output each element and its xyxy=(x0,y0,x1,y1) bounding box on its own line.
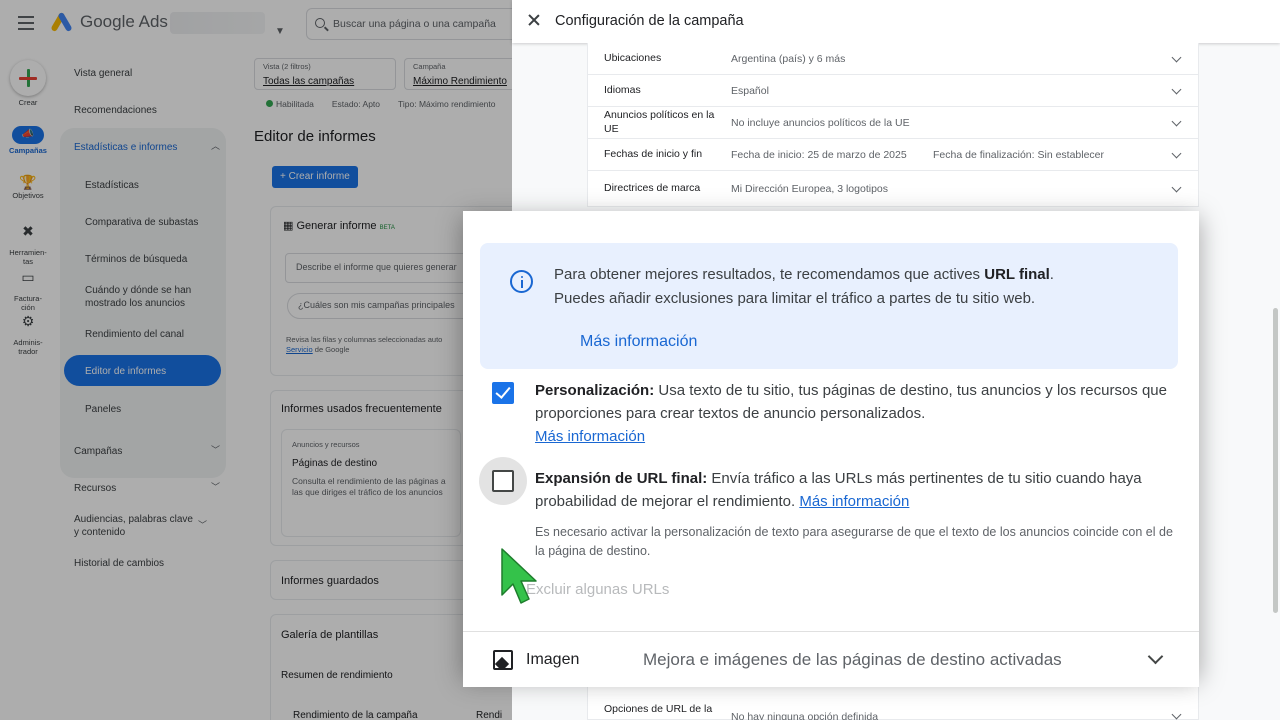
image-setting-value: Mejora e imágenes de las páginas de dest… xyxy=(643,650,1062,669)
setting-value: Argentina (país) y 6 más xyxy=(731,52,846,65)
personalization-learn-more-link[interactable]: Más información xyxy=(535,428,645,445)
recommendation-text-bold: URL final xyxy=(984,266,1050,283)
panel-title: Configuración de la campaña xyxy=(555,13,744,29)
setting-row-locations[interactable]: Ubicaciones Argentina (país) y 6 más xyxy=(587,43,1199,75)
setting-row-brand-guidelines[interactable]: Directrices de marca Mi Dirección Europe… xyxy=(587,171,1199,207)
chevron-down-icon xyxy=(1171,116,1182,127)
chevron-down-icon xyxy=(1171,52,1182,63)
zoomed-callout: Para obtener mejores resultados, te reco… xyxy=(463,211,1199,687)
setting-row-languages[interactable]: Idiomas Español xyxy=(587,75,1199,107)
setting-value-start: Fecha de inicio: 25 de marzo de 2025 xyxy=(731,148,907,161)
url-expansion-learn-more-link[interactable]: Más información xyxy=(799,493,909,510)
image-setting-label: Imagen xyxy=(526,651,580,668)
chevron-down-icon xyxy=(1171,148,1182,159)
url-expansion-checkbox[interactable] xyxy=(492,470,514,492)
mouse-cursor-icon xyxy=(501,548,537,604)
personalization-title: Personalización: xyxy=(535,382,655,399)
chevron-down-icon xyxy=(1147,648,1164,665)
setting-value: Mi Dirección Europea, 3 logotipos xyxy=(731,182,888,195)
personalization-checkbox[interactable] xyxy=(492,382,514,404)
close-icon[interactable] xyxy=(526,12,542,28)
setting-label: Opciones de URL de la xyxy=(604,703,713,715)
chevron-down-icon xyxy=(1171,84,1182,95)
recommendation-text-suffix: . xyxy=(1049,266,1054,283)
learn-more-link[interactable]: Más información xyxy=(580,333,697,351)
setting-value: No hay ninguna opción definida xyxy=(731,711,879,720)
recommendation-text-prefix: Para obtener mejores resultados, te reco… xyxy=(554,266,985,283)
recommendation-text: Para obtener mejores resultados, te reco… xyxy=(554,263,1154,311)
url-expansion-note: Es necesario activar la personalización … xyxy=(535,525,1173,558)
recommendation-banner: Para obtener mejores resultados, te reco… xyxy=(480,243,1178,369)
image-setting-row[interactable]: Imagen Mejora e imágenes de las páginas … xyxy=(463,631,1199,687)
setting-label: Directrices de marca xyxy=(604,181,701,194)
setting-label: Idiomas xyxy=(604,83,641,96)
url-expansion-title: Expansión de URL final: xyxy=(535,470,708,487)
url-expansion-option: Expansión de URL final: Envía tráfico a … xyxy=(535,467,1175,513)
final-url-settings: Para obtener mejores resultados, te reco… xyxy=(463,211,1199,621)
exclude-urls-option[interactable]: Excluir algunas URLs xyxy=(526,581,669,598)
setting-value: Español xyxy=(731,84,769,97)
recommendation-text-line2: Puedes añadir exclusiones para limitar e… xyxy=(554,290,1036,307)
personalization-option: Personalización: Usa texto de tu sitio, … xyxy=(535,379,1175,448)
chevron-down-icon xyxy=(1171,709,1182,720)
panel-header: Configuración de la campaña xyxy=(512,0,1280,43)
setting-row-dates[interactable]: Fechas de inicio y fin Fecha de inicio: … xyxy=(587,139,1199,171)
chevron-down-icon xyxy=(1171,182,1182,193)
info-icon xyxy=(510,270,533,293)
setting-value: No incluye anuncios políticos de la UE xyxy=(731,116,910,129)
setting-label: Ubicaciones xyxy=(604,51,662,64)
setting-row-eu-political-ads[interactable]: Anuncios políticos en la UE No incluye a… xyxy=(587,107,1199,139)
setting-value-end: Fecha de finalización: Sin establecer xyxy=(933,148,1105,161)
setting-label: Anuncios políticos en la UE xyxy=(604,108,715,135)
settings-list: Ubicaciones Argentina (país) y 6 más Idi… xyxy=(587,43,1199,207)
setting-label: Fechas de inicio y fin xyxy=(604,147,703,160)
panel-scrollbar[interactable] xyxy=(1273,308,1278,613)
image-icon xyxy=(493,650,513,670)
